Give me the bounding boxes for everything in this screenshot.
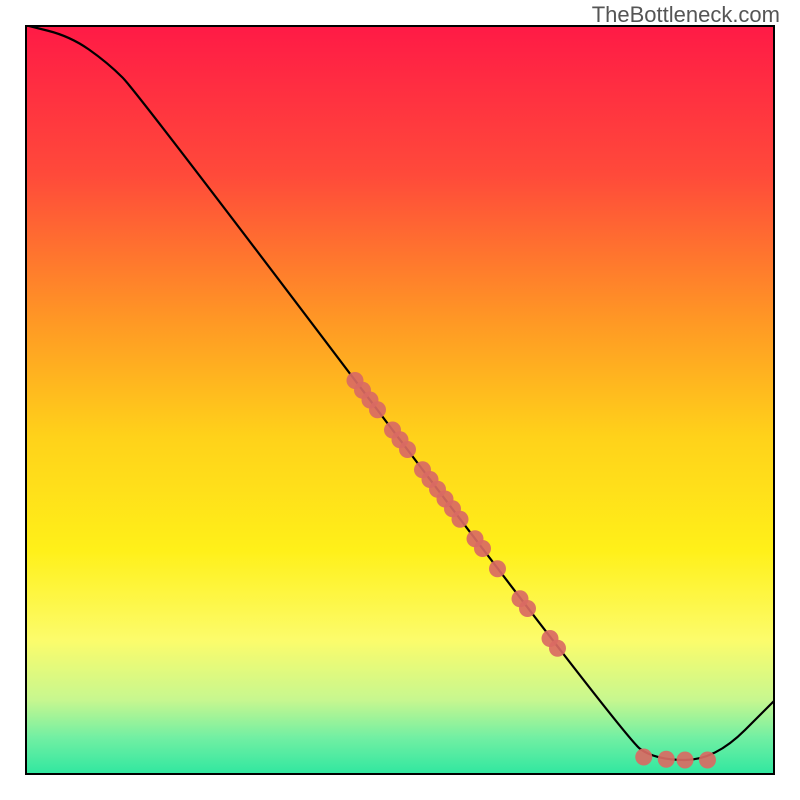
data-point [658,751,675,768]
bottleneck-curve [25,25,775,760]
plot-area [25,25,775,775]
data-markers [347,372,717,769]
data-point [519,600,536,617]
data-point [369,401,386,418]
data-point [635,749,652,766]
data-point [474,540,491,557]
data-point [549,640,566,657]
chart-container: TheBottleneck.com [0,0,800,800]
data-point [489,560,506,577]
data-point [399,441,416,458]
data-point [677,752,694,769]
data-point [452,511,469,528]
data-point [699,752,716,769]
curve-layer [25,25,775,775]
